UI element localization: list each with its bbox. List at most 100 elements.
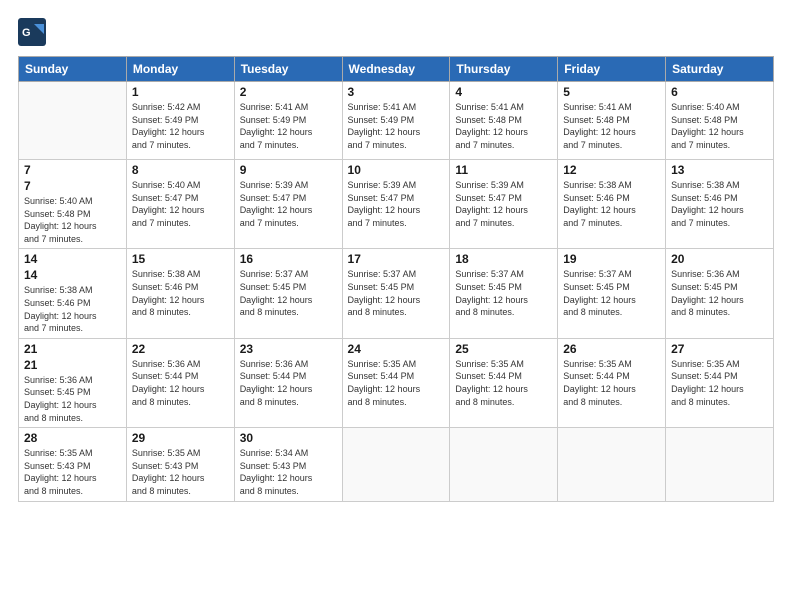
- calendar-cell: 2Sunrise: 5:41 AM Sunset: 5:49 PM Daylig…: [234, 82, 342, 160]
- day-info: Sunrise: 5:38 AM Sunset: 5:46 PM Dayligh…: [563, 179, 660, 229]
- day-info: Sunrise: 5:38 AM Sunset: 5:46 PM Dayligh…: [671, 179, 768, 229]
- day-info: Sunrise: 5:40 AM Sunset: 5:48 PM Dayligh…: [671, 101, 768, 151]
- calendar-cell: 20 Sunrise: 5:36 AM Sunset: 5:45 PM Dayli…: [666, 249, 774, 338]
- calendar-cell: 25 Sunrise: 5:35 AM Sunset: 5:44 PM Dayli…: [450, 338, 558, 427]
- day-number: 12: [563, 163, 660, 177]
- calendar-cell: 12 Sunrise: 5:38 AM Sunset: 5:46 PM Dayli…: [558, 160, 666, 249]
- calendar-cell: 24 Sunrise: 5:35 AM Sunset: 5:44 PM Dayli…: [342, 338, 450, 427]
- calendar-cell: 8Sunrise: 5:40 AM Sunset: 5:47 PM Daylig…: [126, 160, 234, 249]
- calendar-cell: [19, 82, 127, 160]
- day-info: Sunrise: 5:36 AM Sunset: 5:44 PM Dayligh…: [240, 358, 337, 408]
- day-number: 27: [671, 342, 768, 356]
- day-number: 7: [24, 179, 121, 193]
- day-number: 2: [240, 85, 337, 99]
- day-info: Sunrise: 5:37 AM Sunset: 5:45 PM Dayligh…: [240, 268, 337, 318]
- weekday-header-row: SundayMondayTuesdayWednesdayThursdayFrid…: [19, 57, 774, 82]
- calendar-cell: 13Sunrise: 5:38 AM Sunset: 5:46 PM Dayli…: [666, 160, 774, 249]
- day-number: 1: [132, 85, 229, 99]
- day-number: 25: [455, 342, 552, 356]
- calendar-cell: 19Sunrise: 5:37 AM Sunset: 5:45 PM Dayli…: [558, 249, 666, 338]
- day-info: Sunrise: 5:41 AM Sunset: 5:49 PM Dayligh…: [348, 101, 445, 151]
- day-info: Sunrise: 5:39 AM Sunset: 5:47 PM Dayligh…: [455, 179, 552, 229]
- day-number: 7: [24, 163, 121, 177]
- day-info: Sunrise: 5:35 AM Sunset: 5:44 PM Dayligh…: [348, 358, 445, 408]
- week-row-2: 7 7 Sunrise: 5:40 AM Sunset: 5:48 PM Dayli…: [19, 160, 774, 249]
- calendar-cell: 9 Sunrise: 5:39 AM Sunset: 5:47 PM Daylig…: [234, 160, 342, 249]
- calendar-cell: 30 Sunrise: 5:34 AM Sunset: 5:43 PM Dayli…: [234, 428, 342, 501]
- calendar-cell: 16 Sunrise: 5:37 AM Sunset: 5:45 PM Dayli…: [234, 249, 342, 338]
- calendar-cell: 26 Sunrise: 5:35 AM Sunset: 5:44 PM Dayli…: [558, 338, 666, 427]
- day-info: Sunrise: 5:36 AM Sunset: 5:45 PM Dayligh…: [671, 268, 768, 318]
- day-info: Sunrise: 5:40 AM Sunset: 5:48 PM Dayligh…: [24, 195, 121, 245]
- day-info: Sunrise: 5:35 AM Sunset: 5:44 PM Dayligh…: [563, 358, 660, 408]
- logo: G: [18, 18, 50, 46]
- day-info: Sunrise: 5:37 AM Sunset: 5:45 PM Dayligh…: [348, 268, 445, 318]
- day-info: Sunrise: 5:39 AM Sunset: 5:47 PM Dayligh…: [348, 179, 445, 229]
- calendar-body: 1 Sunrise: 5:42 AM Sunset: 5:49 PM Daylig…: [19, 82, 774, 502]
- day-info: Sunrise: 5:41 AM Sunset: 5:48 PM Dayligh…: [455, 101, 552, 151]
- day-info: Sunrise: 5:36 AM Sunset: 5:45 PM Dayligh…: [24, 374, 121, 424]
- day-info: Sunrise: 5:42 AM Sunset: 5:49 PM Dayligh…: [132, 101, 229, 151]
- weekday-header-thursday: Thursday: [450, 57, 558, 82]
- day-number: 10: [348, 163, 445, 177]
- calendar-cell: [666, 428, 774, 501]
- day-number: 22: [132, 342, 229, 356]
- day-number: 29: [132, 431, 229, 445]
- calendar-cell: 23Sunrise: 5:36 AM Sunset: 5:44 PM Dayli…: [234, 338, 342, 427]
- day-info: Sunrise: 5:37 AM Sunset: 5:45 PM Dayligh…: [563, 268, 660, 318]
- weekday-header-friday: Friday: [558, 57, 666, 82]
- day-number: 20: [671, 252, 768, 266]
- day-number: 24: [348, 342, 445, 356]
- calendar-cell: 7 7 Sunrise: 5:40 AM Sunset: 5:48 PM Dayli…: [19, 160, 127, 249]
- calendar: SundayMondayTuesdayWednesdayThursdayFrid…: [18, 56, 774, 502]
- day-number: 8: [132, 163, 229, 177]
- day-info: Sunrise: 5:35 AM Sunset: 5:43 PM Dayligh…: [24, 447, 121, 497]
- logo-icon: G: [18, 18, 46, 46]
- day-number: 30: [240, 431, 337, 445]
- calendar-cell: 4 Sunrise: 5:41 AM Sunset: 5:48 PM Daylig…: [450, 82, 558, 160]
- calendar-cell: 22 Sunrise: 5:36 AM Sunset: 5:44 PM Dayli…: [126, 338, 234, 427]
- day-number: 6: [671, 85, 768, 99]
- day-number: 15: [132, 252, 229, 266]
- calendar-cell: 2121Sunrise: 5:36 AM Sunset: 5:45 PM Day…: [19, 338, 127, 427]
- day-number: 26: [563, 342, 660, 356]
- calendar-cell: 15 Sunrise: 5:38 AM Sunset: 5:46 PM Dayli…: [126, 249, 234, 338]
- day-info: Sunrise: 5:34 AM Sunset: 5:43 PM Dayligh…: [240, 447, 337, 497]
- day-number: 9: [240, 163, 337, 177]
- svg-text:G: G: [22, 27, 31, 39]
- week-row-1: 1 Sunrise: 5:42 AM Sunset: 5:49 PM Daylig…: [19, 82, 774, 160]
- header: G: [18, 18, 774, 46]
- weekday-header-saturday: Saturday: [666, 57, 774, 82]
- day-info: Sunrise: 5:37 AM Sunset: 5:45 PM Dayligh…: [455, 268, 552, 318]
- calendar-cell: 10 Sunrise: 5:39 AM Sunset: 5:47 PM Dayli…: [342, 160, 450, 249]
- calendar-cell: [342, 428, 450, 501]
- day-info: Sunrise: 5:35 AM Sunset: 5:44 PM Dayligh…: [455, 358, 552, 408]
- calendar-cell: 27Sunrise: 5:35 AM Sunset: 5:44 PM Dayli…: [666, 338, 774, 427]
- weekday-header-monday: Monday: [126, 57, 234, 82]
- day-number: 11: [455, 163, 552, 177]
- day-number: 14: [24, 252, 121, 266]
- calendar-cell: [558, 428, 666, 501]
- day-number: 5: [563, 85, 660, 99]
- calendar-cell: 1414Sunrise: 5:38 AM Sunset: 5:46 PM Day…: [19, 249, 127, 338]
- week-row-3: 1414Sunrise: 5:38 AM Sunset: 5:46 PM Day…: [19, 249, 774, 338]
- calendar-cell: 17 Sunrise: 5:37 AM Sunset: 5:45 PM Dayli…: [342, 249, 450, 338]
- day-info: Sunrise: 5:41 AM Sunset: 5:48 PM Dayligh…: [563, 101, 660, 151]
- page: G SundayMondayTuesdayWednesdayThursdayFr…: [0, 0, 792, 612]
- day-number: 28: [24, 431, 121, 445]
- calendar-cell: 5 Sunrise: 5:41 AM Sunset: 5:48 PM Daylig…: [558, 82, 666, 160]
- weekday-header-wednesday: Wednesday: [342, 57, 450, 82]
- week-row-5: 28 Sunrise: 5:35 AM Sunset: 5:43 PM Dayli…: [19, 428, 774, 501]
- day-number: 17: [348, 252, 445, 266]
- calendar-cell: 28 Sunrise: 5:35 AM Sunset: 5:43 PM Dayli…: [19, 428, 127, 501]
- day-info: Sunrise: 5:36 AM Sunset: 5:44 PM Dayligh…: [132, 358, 229, 408]
- calendar-cell: 29Sunrise: 5:35 AM Sunset: 5:43 PM Dayli…: [126, 428, 234, 501]
- calendar-cell: [450, 428, 558, 501]
- day-info: Sunrise: 5:39 AM Sunset: 5:47 PM Dayligh…: [240, 179, 337, 229]
- day-number: 4: [455, 85, 552, 99]
- calendar-header: SundayMondayTuesdayWednesdayThursdayFrid…: [19, 57, 774, 82]
- day-number: 16: [240, 252, 337, 266]
- day-info: Sunrise: 5:38 AM Sunset: 5:46 PM Dayligh…: [132, 268, 229, 318]
- week-row-4: 2121Sunrise: 5:36 AM Sunset: 5:45 PM Day…: [19, 338, 774, 427]
- weekday-header-tuesday: Tuesday: [234, 57, 342, 82]
